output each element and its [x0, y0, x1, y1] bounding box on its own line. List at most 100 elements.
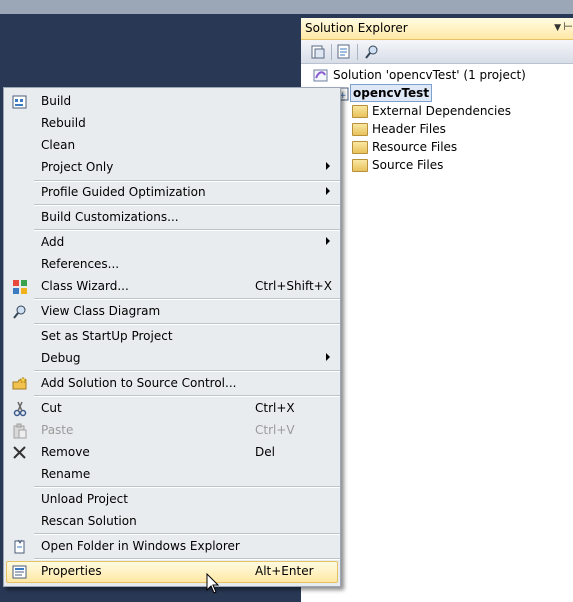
menu-item-clean[interactable]: Clean	[6, 135, 338, 157]
menu-item-paste[interactable]: Paste Ctrl+V	[6, 420, 338, 442]
solution-explorer-titlebar: Solution Explorer ▼ ⊢	[301, 18, 573, 40]
project-context-menu: Build Rebuild Clean Project Only Profile…	[3, 87, 341, 587]
menu-separator	[34, 204, 340, 206]
menu-item-rename[interactable]: Rename	[6, 464, 338, 486]
tree-node-source-files[interactable]: Source Files	[352, 156, 572, 174]
menu-item-references[interactable]: References...	[6, 254, 338, 276]
class-wizard-icon	[12, 279, 28, 295]
menu-item-label: Rename	[41, 467, 91, 481]
menu-item-shortcut: Ctrl+X	[255, 401, 295, 415]
menu-item-label: View Class Diagram	[41, 304, 161, 318]
paste-icon	[12, 423, 28, 439]
submenu-arrow-icon	[326, 187, 330, 195]
menu-item-label: Rescan Solution	[41, 514, 137, 528]
menu-item-rebuild[interactable]: Rebuild	[6, 113, 338, 135]
menu-separator	[34, 533, 340, 535]
menu-item-label: Build Customizations...	[41, 210, 179, 224]
menu-item-shortcut: Alt+Enter	[255, 564, 314, 578]
menu-item-label: Remove	[41, 445, 90, 459]
menu-item-shortcut: Del	[255, 445, 275, 459]
toolbar-separator	[357, 44, 358, 60]
menu-item-set-as-startup-project[interactable]: Set as StartUp Project	[6, 326, 338, 348]
submenu-arrow-icon	[326, 237, 330, 245]
menu-item-label: Project Only	[41, 160, 114, 174]
tree-node-resource-files[interactable]: Resource Files	[352, 138, 572, 156]
menu-separator	[34, 370, 340, 372]
menu-item-project-only[interactable]: Project Only	[6, 157, 338, 179]
menu-item-label: Open Folder in Windows Explorer	[41, 539, 240, 553]
menu-item-label: Properties	[41, 564, 102, 578]
view-class-diagram-toolbar-icon[interactable]	[363, 43, 383, 62]
mouse-cursor-icon	[206, 572, 222, 595]
solution-label: Solution 'opencvTest' (1 project)	[333, 68, 526, 82]
project-label: opencvTest	[350, 84, 433, 102]
menu-item-unload-project[interactable]: Unload Project	[6, 489, 338, 511]
menu-item-label: Class Wizard...	[41, 279, 129, 293]
tree-node-label: Header Files	[372, 122, 446, 136]
menu-separator	[34, 486, 340, 488]
folder-icon	[352, 123, 368, 136]
submenu-arrow-icon	[326, 162, 330, 170]
menu-item-label: References...	[41, 257, 120, 271]
properties-icon	[12, 564, 28, 580]
menu-item-build[interactable]: Build	[6, 91, 338, 113]
menu-item-label: Profile Guided Optimization	[41, 185, 206, 199]
solution-explorer-panel: Solution Explorer ▼ ⊢ Solution 'opencvTe…	[301, 18, 573, 602]
window-position-dropdown-icon[interactable]: ▼	[554, 23, 561, 33]
properties-toolbar-icon[interactable]	[335, 43, 355, 62]
menu-separator	[34, 323, 340, 325]
menu-item-class-wizard[interactable]: Class Wizard... Ctrl+Shift+X	[6, 276, 338, 298]
tree-node-external-dependencies[interactable]: External Dependencies	[352, 102, 572, 120]
menu-item-build-customizations[interactable]: Build Customizations...	[6, 207, 338, 229]
auto-hide-pin-icon[interactable]: ⊢	[563, 20, 573, 33]
tree-node-label: Resource Files	[372, 140, 458, 154]
menu-item-remove[interactable]: Remove Del	[6, 442, 338, 464]
menu-separator	[34, 229, 340, 231]
menu-item-debug[interactable]: Debug	[6, 348, 338, 370]
menu-item-shortcut: Ctrl+Shift+X	[255, 279, 332, 293]
tree-node-label: Source Files	[372, 158, 444, 172]
solution-explorer-title: Solution Explorer	[305, 21, 408, 35]
menu-separator	[34, 395, 340, 397]
toolbar-separator	[331, 44, 332, 60]
external-dependencies-icon	[352, 105, 368, 118]
class-diagram-icon	[12, 304, 28, 320]
menu-item-label: Set as StartUp Project	[41, 329, 173, 343]
scissors-icon	[12, 401, 28, 417]
ide-top-band	[0, 0, 573, 14]
remove-x-icon	[12, 445, 28, 461]
menu-item-shortcut: Ctrl+V	[255, 423, 295, 437]
menu-item-label: Add	[41, 235, 65, 249]
menu-item-open-folder-in-windows-explorer[interactable]: Open Folder in Windows Explorer	[6, 536, 338, 558]
show-all-files-icon[interactable]	[309, 43, 329, 62]
open-folder-icon	[12, 539, 28, 555]
menu-item-label: Rebuild	[41, 116, 86, 130]
menu-item-view-class-diagram[interactable]: View Class Diagram	[6, 301, 338, 323]
build-icon	[12, 94, 28, 110]
folder-icon	[352, 159, 368, 172]
menu-item-label: Build	[41, 94, 72, 108]
menu-item-label: Debug	[41, 351, 81, 365]
menu-item-properties[interactable]: Properties Alt+Enter	[6, 561, 338, 583]
menu-item-cut[interactable]: Cut Ctrl+X	[6, 398, 338, 420]
tree-node-label: External Dependencies	[372, 104, 512, 118]
tree-node-header-files[interactable]: Header Files	[352, 120, 572, 138]
solution-node[interactable]: Solution 'opencvTest' (1 project)	[313, 66, 563, 84]
menu-item-add[interactable]: Add	[6, 232, 338, 254]
menu-item-label: Paste	[41, 423, 74, 437]
menu-item-add-solution-to-source-control[interactable]: Add Solution to Source Control...	[6, 373, 338, 395]
menu-item-label: Unload Project	[41, 492, 128, 506]
menu-separator	[34, 298, 340, 300]
project-node[interactable]: + opencvTest	[335, 84, 485, 102]
menu-separator	[34, 558, 340, 560]
menu-item-label: Add Solution to Source Control...	[41, 376, 237, 390]
submenu-arrow-icon	[326, 353, 330, 361]
solution-icon	[313, 69, 329, 82]
menu-item-rescan-solution[interactable]: Rescan Solution	[6, 511, 338, 533]
solution-explorer-toolbar	[301, 40, 573, 64]
menu-item-label: Clean	[41, 138, 76, 152]
source-control-icon	[12, 376, 28, 392]
menu-item-profile-guided-optimization[interactable]: Profile Guided Optimization	[6, 182, 338, 204]
folder-icon	[352, 141, 368, 154]
menu-item-label: Cut	[41, 401, 62, 415]
